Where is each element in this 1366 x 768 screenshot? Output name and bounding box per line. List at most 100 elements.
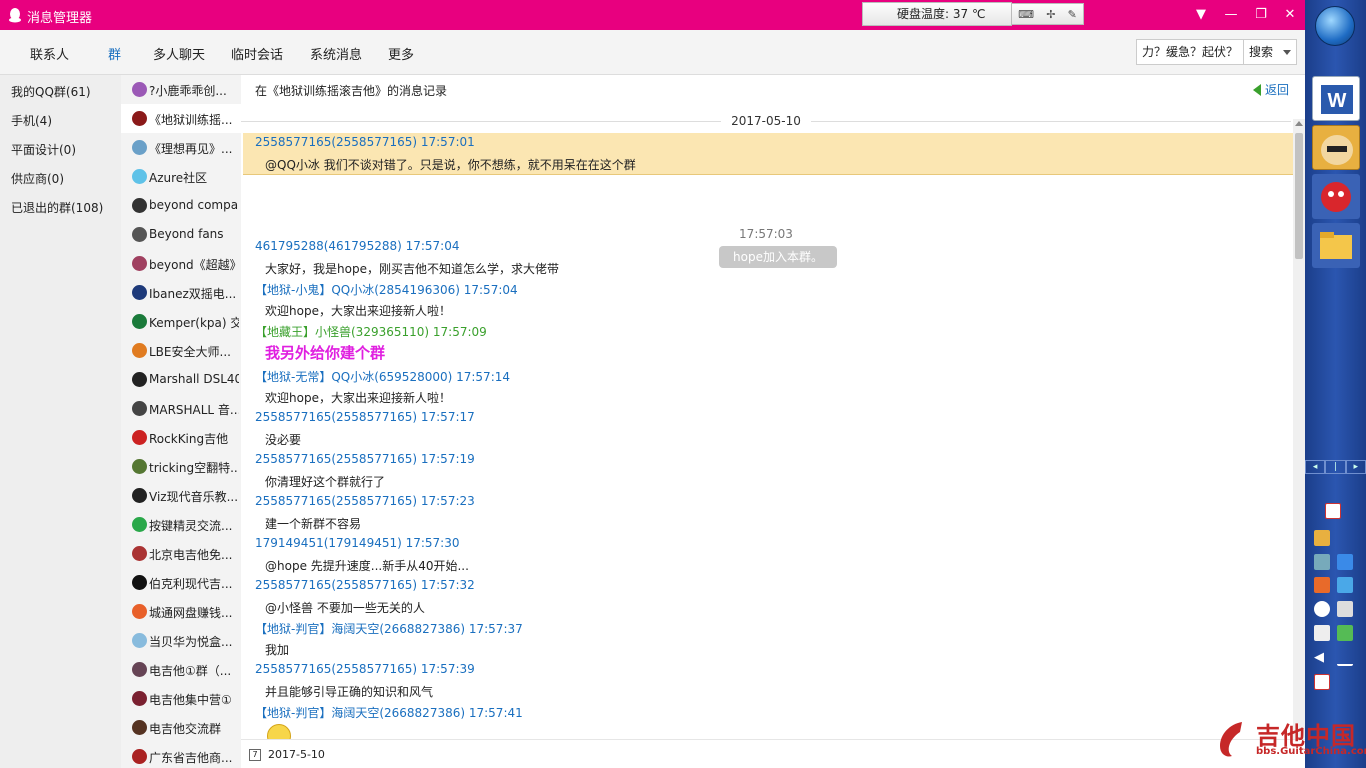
message-header[interactable]: 【地狱-判官】海阔天空(2668827386) 17:57:37	[255, 620, 523, 637]
group-item[interactable]: beyond《超越》	[121, 249, 241, 278]
next-icon[interactable]: ▸	[1345, 460, 1366, 474]
red-mascot-icon[interactable]	[1312, 174, 1360, 219]
message-body: 我另外给你建个群	[265, 344, 386, 362]
message-header[interactable]: 【地狱-小鬼】QQ小冰(2854196306) 17:57:04	[255, 281, 518, 298]
group-name: 按键精灵交流...	[149, 519, 233, 533]
tab-temp-session[interactable]: 临时会话	[231, 44, 283, 63]
group-item[interactable]: Viz现代音乐教...	[121, 481, 241, 510]
group-name: 电吉他集中营①	[149, 693, 232, 707]
group-item[interactable]: RockKing吉他	[121, 423, 241, 452]
group-item[interactable]: LBE安全大师...	[121, 336, 241, 365]
group-item[interactable]: MARSHALL 音...	[121, 394, 241, 423]
menu-dropdown-icon[interactable]: ▼	[1192, 6, 1210, 24]
group-item[interactable]: Beyond fans	[121, 220, 241, 249]
keyboard-icon[interactable]: ⌨	[1018, 8, 1034, 21]
message-body: @小怪兽 不要加一些无关的人	[265, 601, 425, 615]
search-button[interactable]: 搜索	[1244, 39, 1297, 65]
message-header[interactable]: 【地狱-判官】海阔天空(2668827386) 17:57:41	[255, 704, 523, 721]
volume-icon[interactable]: ◀	[1314, 650, 1330, 666]
feather-icon[interactable]	[1337, 554, 1353, 570]
message-list: 2558577165(2558577165) 17:57:01 @QQ小冰 我们不…	[241, 133, 1293, 739]
group-item[interactable]: 电吉他①群（...	[121, 655, 241, 684]
category-exited-groups[interactable]: 已退出的群(108)	[11, 199, 103, 216]
group-item[interactable]: 《理想再见》...	[121, 133, 241, 162]
group-item[interactable]: 广东省吉他商...	[121, 742, 241, 768]
tab-system-messages[interactable]: 系统消息	[310, 44, 362, 63]
tab-more[interactable]: 更多	[388, 44, 414, 63]
fan-icon[interactable]: ✢	[1046, 8, 1055, 21]
category-mobile[interactable]: 手机(4)	[11, 112, 52, 129]
message-header[interactable]: 2558577165(2558577165) 17:57:32	[255, 578, 475, 592]
group-avatar	[132, 372, 147, 387]
group-item[interactable]: 电吉他交流群	[121, 713, 241, 742]
group-name: tricking空翻特...	[149, 461, 239, 475]
minimize-icon[interactable]: —	[1222, 6, 1240, 24]
bottom-date: 2017-5-10	[268, 748, 325, 761]
group-name: beyond compare	[149, 198, 239, 212]
message-header[interactable]: 2558577165(2558577165) 17:57:39	[255, 662, 475, 676]
scrollbar[interactable]	[1293, 119, 1305, 739]
group-avatar	[132, 488, 147, 503]
message-manager-window: 消息管理器 硬盘温度: 37 ℃ ⌨ ✢ ✎ ▼ — ❐ ✕ 联系人 群 多人聊…	[0, 0, 1305, 768]
group-name: Ibanez双摇电...	[149, 287, 237, 301]
group-item[interactable]: 当贝华为悦盒...	[121, 626, 241, 655]
close-icon[interactable]: ✕	[1281, 6, 1299, 24]
group-item[interactable]: 按键精灵交流...	[121, 510, 241, 539]
wrench-icon[interactable]: ✎	[1068, 8, 1077, 21]
security-icon[interactable]	[1314, 577, 1330, 593]
tab-multi-chat[interactable]: 多人聊天	[153, 44, 205, 63]
tab-contacts[interactable]: 联系人	[30, 44, 69, 63]
clipboard-icon[interactable]	[1314, 625, 1330, 641]
network-icon[interactable]	[1314, 554, 1330, 570]
group-item[interactable]: 伯克利现代吉...	[121, 568, 241, 597]
restore-icon[interactable]: ❐	[1252, 6, 1270, 24]
tab-groups[interactable]: 群	[108, 44, 121, 63]
message-record-panel: 在《地狱训练摇滚吉他》的消息记录 返回 2017-05-10 255857716…	[241, 75, 1305, 768]
group-avatar	[132, 256, 147, 271]
message-header[interactable]: 【地狱-无常】QQ小冰(659528000) 17:57:14	[255, 368, 510, 385]
group-avatar	[132, 575, 147, 590]
scroll-thumb[interactable]	[1295, 133, 1303, 259]
shield-icon[interactable]	[1337, 625, 1353, 641]
document-icon[interactable]	[1337, 601, 1353, 617]
search-input[interactable]: 力？缓急？起伏？	[1136, 39, 1244, 65]
group-item[interactable]: tricking空翻特...	[121, 452, 241, 481]
group-item[interactable]: beyond compare	[121, 191, 241, 220]
message-header[interactable]: 2558577165(2558577165) 17:57:01	[255, 135, 475, 149]
category-my-qq-groups[interactable]: 我的QQ群(61)	[11, 83, 91, 100]
message-header[interactable]: 179149451(179149451) 17:57:30	[255, 536, 460, 550]
group-item[interactable]: ?小鹿乖乖创...	[121, 75, 241, 104]
dog-avatar-icon[interactable]	[1312, 125, 1360, 170]
prev-icon[interactable]: ◂	[1305, 460, 1326, 474]
qq-tray-icon[interactable]	[1314, 601, 1330, 617]
message-header[interactable]: 461795288(461795288) 17:57:04	[255, 239, 460, 253]
calendar-icon[interactable]: 7	[249, 749, 261, 761]
folder-icon[interactable]	[1312, 223, 1360, 268]
message-header[interactable]: 【地藏王】小怪兽(329365110) 17:57:09	[255, 323, 487, 340]
word-icon[interactable]: W	[1312, 76, 1360, 121]
windows-start-icon[interactable]	[1315, 6, 1355, 46]
message-header[interactable]: 2558577165(2558577165) 17:57:23	[255, 494, 475, 508]
category-suppliers[interactable]: 供应商(0)	[11, 170, 64, 187]
middle-icon[interactable]: |	[1325, 460, 1346, 474]
tools-icon[interactable]	[1337, 577, 1353, 593]
flag-icon[interactable]	[1314, 674, 1330, 690]
group-avatar	[132, 691, 147, 706]
scroll-up-icon[interactable]	[1295, 121, 1303, 126]
group-avatar	[132, 314, 147, 329]
message-header[interactable]: 2558577165(2558577165) 17:57:19	[255, 452, 475, 466]
gift-icon[interactable]	[1314, 530, 1330, 546]
group-item[interactable]: 电吉他集中营①	[121, 684, 241, 713]
group-item[interactable]: 城通网盘赚钱...	[121, 597, 241, 626]
group-item[interactable]: Azure社区	[121, 162, 241, 191]
message-header[interactable]: 2558577165(2558577165) 17:57:17	[255, 410, 475, 424]
group-item[interactable]: Marshall DSL40C	[121, 365, 241, 394]
back-button[interactable]: 返回	[1253, 81, 1289, 98]
group-item[interactable]: Kemper(kpa) 交流	[121, 307, 241, 336]
group-item[interactable]: 北京电吉他免...	[121, 539, 241, 568]
signal-icon[interactable]	[1337, 650, 1353, 666]
group-item[interactable]: Ibanez双摇电...	[121, 278, 241, 307]
group-item[interactable]: 《地狱训练摇...	[121, 104, 241, 133]
category-graphic-design[interactable]: 平面设计(0)	[11, 141, 76, 158]
calendar-five-icon[interactable]	[1325, 503, 1341, 519]
